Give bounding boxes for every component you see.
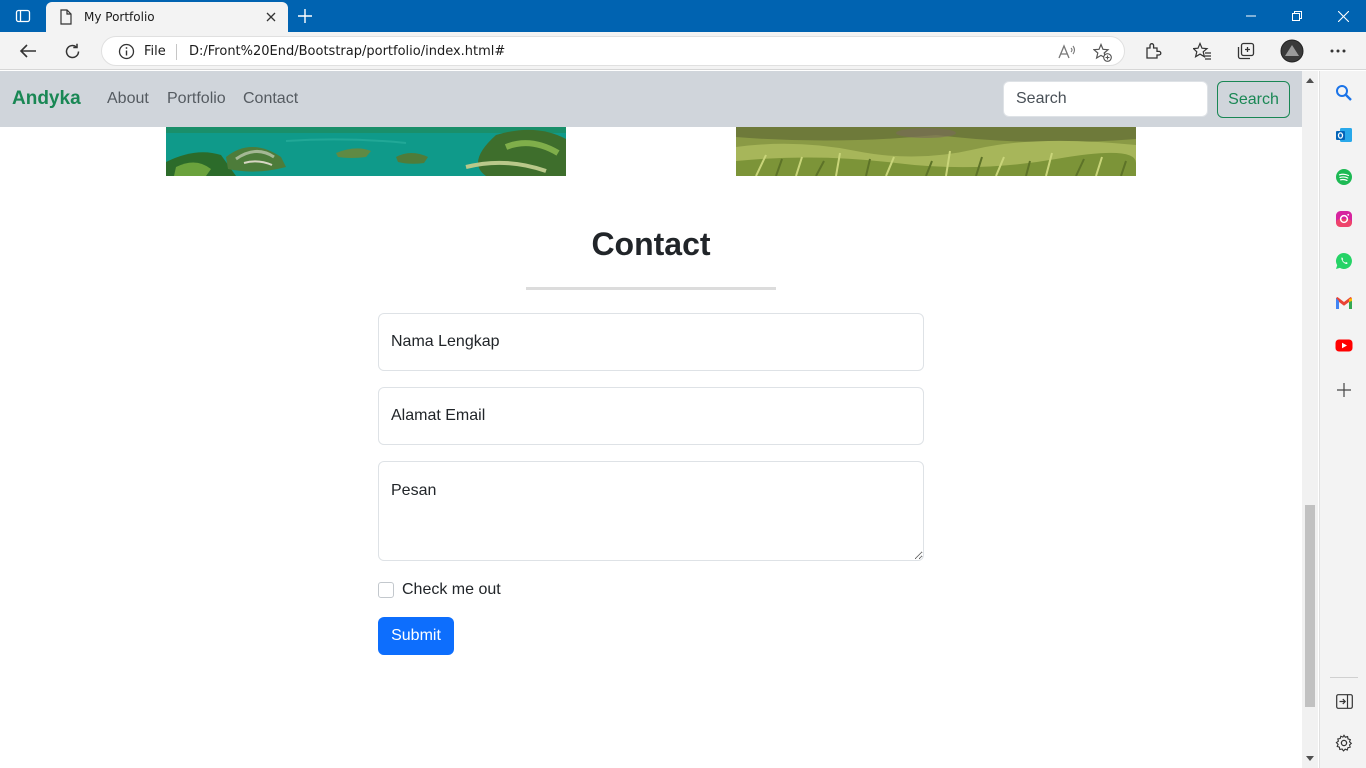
page-viewport: Andyka About Portfolio Contact Search Co… [0,71,1302,768]
browser-toolbar: File D:/Front%20End/Bootstrap/portfolio/… [0,32,1366,70]
nav-link-portfolio[interactable]: Portfolio [167,90,226,108]
address-separator [176,44,177,60]
hide-sidebar-icon[interactable] [1332,689,1356,713]
restore-icon[interactable] [1274,0,1320,32]
browser-tab-strip: My Portfolio [0,0,1366,32]
url-text[interactable]: D:/Front%20End/Bootstrap/portfolio/index… [189,44,505,59]
name-field[interactable] [378,313,924,371]
site-search-button[interactable]: Search [1217,81,1290,118]
email-field[interactable] [378,387,924,445]
close-icon[interactable] [262,8,280,26]
page-scrollbar[interactable] [1302,71,1318,768]
favorites-icon[interactable] [1187,37,1217,65]
message-field[interactable] [378,461,924,561]
scroll-up-icon[interactable] [1302,73,1318,87]
site-brand[interactable]: Andyka [12,88,81,110]
nav-link-contact[interactable]: Contact [243,90,298,108]
read-aloud-icon[interactable] [1057,42,1077,62]
tab-actions-icon[interactable] [0,0,46,32]
page-icon [59,9,73,30]
favorite-add-icon[interactable] [1092,42,1112,62]
profile-icon[interactable] [1277,37,1307,65]
outlook-icon[interactable] [1332,123,1356,147]
back-icon[interactable] [13,37,43,65]
instagram-icon[interactable] [1332,207,1356,231]
check-me-out-checkbox[interactable] [378,582,394,598]
heading-divider [526,287,776,290]
address-prefix: File [144,44,166,59]
checkbox-label[interactable]: Check me out [402,581,501,599]
settings-icon[interactable] [1332,731,1356,755]
tab-my-portfolio[interactable]: My Portfolio [46,2,288,32]
collections-icon[interactable] [1231,37,1261,65]
spotify-icon[interactable] [1332,165,1356,189]
scroll-down-icon[interactable] [1302,751,1318,765]
contact-heading: Contact [591,226,711,262]
whatsapp-icon[interactable] [1332,249,1356,273]
site-search-input[interactable] [1003,81,1208,117]
gmail-icon[interactable] [1332,291,1356,315]
submit-button[interactable]: Submit [378,617,454,655]
nav-link-about[interactable]: About [107,90,149,108]
more-icon[interactable] [1323,37,1353,65]
minimize-icon[interactable] [1228,0,1274,32]
address-bar[interactable]: File D:/Front%20End/Bootstrap/portfolio/… [101,36,1125,66]
extensions-icon[interactable] [1138,37,1168,65]
tab-title: My Portfolio [84,10,155,24]
info-icon[interactable] [118,43,135,65]
new-tab-icon[interactable] [292,3,318,29]
edge-sidebar [1319,71,1366,768]
portfolio-image-grassland [736,127,1136,176]
add-icon[interactable] [1332,378,1356,402]
search-icon[interactable] [1332,81,1356,105]
check-me-out-checkbox-row[interactable]: Check me out [378,581,501,599]
window-close-icon[interactable] [1320,0,1366,32]
refresh-icon[interactable] [57,37,87,65]
sidebar-divider [1330,677,1358,678]
site-navbar: Andyka About Portfolio Contact Search [0,71,1302,127]
scroll-thumb[interactable] [1305,505,1315,707]
youtube-icon[interactable] [1332,333,1356,357]
portfolio-image-islands [166,127,566,176]
